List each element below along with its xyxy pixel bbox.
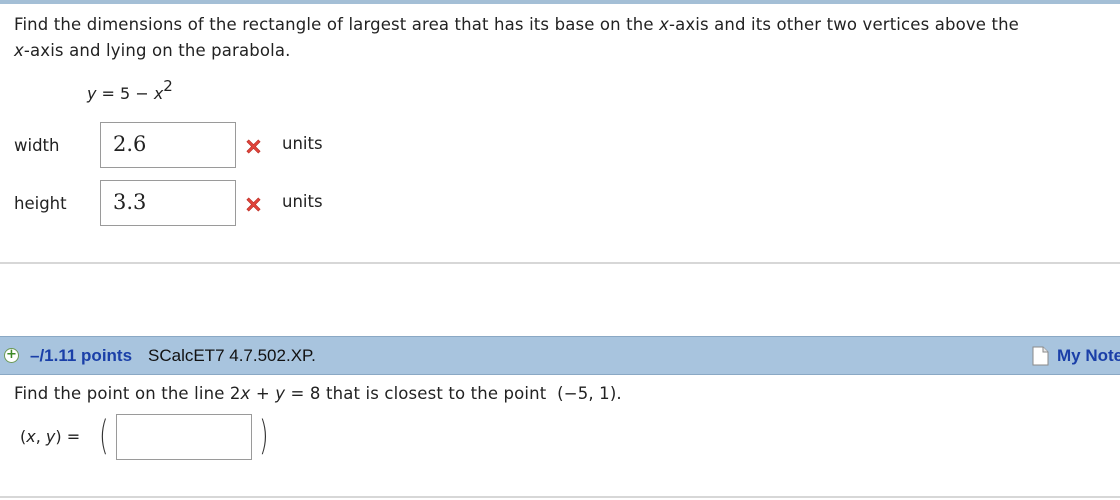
question-1-prompt: Find the dimensions of the rectangle of … (14, 12, 1114, 64)
question-divider (0, 262, 1120, 264)
prompt-var: x (240, 384, 251, 403)
width-input[interactable]: 2.6 (100, 122, 236, 168)
prompt-var: x (659, 15, 669, 34)
width-units: units (282, 134, 323, 153)
expand-plus-icon[interactable]: + (4, 348, 19, 363)
question-2-header: + –/1.11 points SCalcET7 4.7.502.XP. My … (0, 336, 1120, 375)
prompt-text: Find the point on the line 2 (14, 384, 241, 403)
height-input[interactable]: 3.3 (100, 180, 236, 226)
question-2-prompt: Find the point on the line 2x + y = 8 th… (14, 384, 622, 403)
prompt-text: -axis and lying on the parabola. (23, 41, 291, 60)
equation-exponent: 2 (163, 77, 173, 95)
xy-comma: , (35, 427, 46, 446)
width-label: width (14, 136, 60, 155)
xy-var-x: x (26, 427, 36, 446)
equation-var-x: x (153, 84, 164, 103)
parabola-equation: y = 5 − x2 (87, 77, 173, 103)
height-units: units (282, 192, 323, 211)
prompt-text: Find the dimensions of the rectangle of … (14, 15, 660, 34)
open-paren: ( (99, 413, 109, 459)
height-label: height (14, 194, 67, 213)
equation-text: = 5 − (96, 84, 154, 103)
point-answer-input[interactable] (116, 414, 252, 460)
bottom-divider (0, 496, 1120, 498)
xy-label: (x, y) = (20, 427, 80, 446)
my-notes-link[interactable]: My Note (1057, 346, 1120, 366)
top-divider (0, 0, 1120, 4)
note-icon[interactable] (1032, 346, 1049, 366)
xy-paren: ) = (55, 427, 81, 446)
close-paren: ) (259, 413, 269, 459)
prompt-var: y (275, 384, 286, 403)
incorrect-x-icon (246, 197, 261, 212)
prompt-var: x (14, 41, 24, 60)
prompt-text: = 8 that is closest to the point (285, 384, 547, 403)
xy-var-y: y (45, 427, 56, 446)
points-label: –/1.11 points (30, 346, 133, 365)
prompt-text: + (250, 384, 276, 403)
prompt-text: -axis and its other two vertices above t… (669, 15, 1019, 34)
incorrect-x-icon (246, 139, 261, 154)
question-source: SCalcET7 4.7.502.XP. (148, 346, 316, 365)
target-point: (−5, 1). (557, 384, 622, 403)
